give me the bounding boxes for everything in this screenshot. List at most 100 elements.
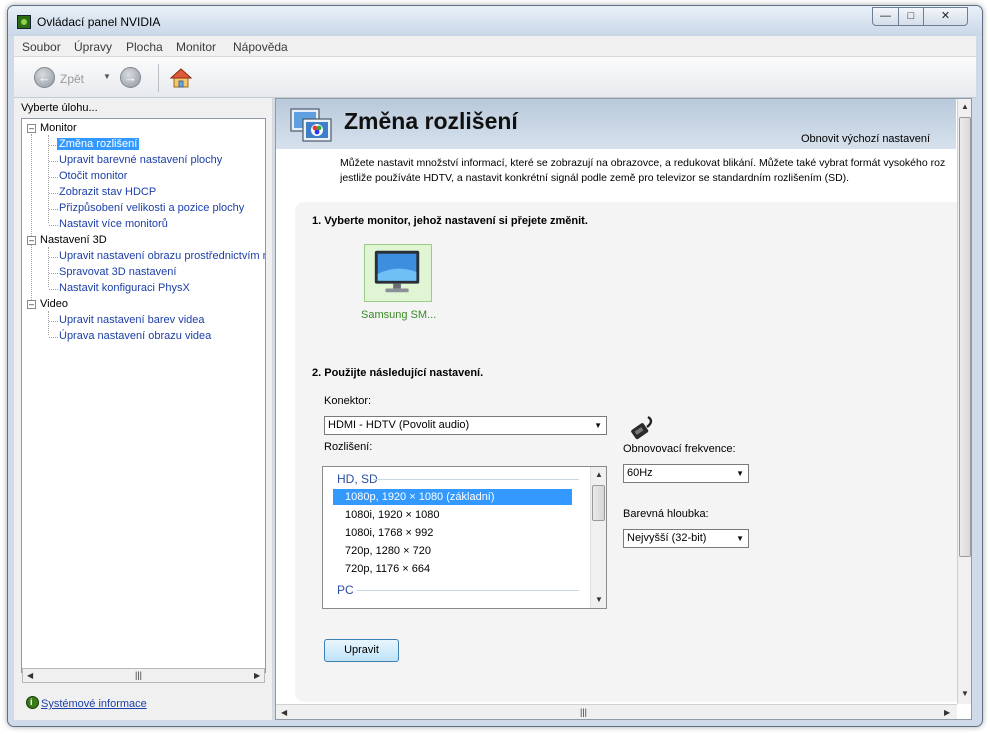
scroll-up-icon[interactable]: ▲: [961, 102, 969, 111]
tree-group-monitor[interactable]: Monitor: [40, 122, 77, 134]
toolbar: ← Zpět ▼ →: [14, 57, 976, 98]
monitor-icon: [374, 250, 420, 293]
group-divider: [373, 479, 579, 480]
resolution-list[interactable]: HD, SD 1080p, 1920 × 1080 (základní) 108…: [322, 466, 607, 609]
tree-group-video[interactable]: Video: [40, 298, 68, 310]
refresh-rate-value: 60Hz: [627, 467, 653, 479]
scroll-thumb[interactable]: [592, 485, 605, 521]
maximize-button[interactable]: □: [898, 7, 924, 26]
close-button[interactable]: ✕: [923, 7, 968, 26]
resolution-item[interactable]: 720p, 1280 × 720: [345, 545, 431, 557]
group-divider: [357, 590, 579, 591]
tree-item-stav-hdcp[interactable]: Zobrazit stav HDCP: [59, 186, 156, 198]
tree-line: [49, 273, 58, 274]
scroll-thumb[interactable]: [959, 117, 971, 557]
collapse-video-icon[interactable]: –: [27, 300, 36, 309]
restore-defaults-link[interactable]: Obnovit výchozí nastavení: [801, 133, 930, 145]
tree-item-physx[interactable]: Nastavit konfiguraci PhysX: [59, 282, 190, 294]
hdmi-connector-icon: [631, 415, 653, 440]
tree-line: [49, 289, 58, 290]
system-info-link[interactable]: Systémové informace: [41, 698, 147, 710]
color-depth-select[interactable]: Nejvyšší (32-bit) ▼: [623, 529, 749, 548]
scroll-right-icon[interactable]: ▶: [944, 708, 950, 717]
connector-select-value: HDMI - HDTV (Povolit audio): [328, 419, 470, 431]
chevron-down-icon: ▼: [736, 469, 744, 478]
step-1-heading: 1. Vyberte monitor, jehož nastavení si p…: [312, 215, 588, 227]
monitor-tile[interactable]: [364, 244, 432, 302]
tree-line: [49, 321, 58, 322]
tree-line: [31, 134, 32, 306]
minimize-button[interactable]: —: [872, 7, 899, 26]
menu-napoveda[interactable]: Nápověda: [233, 40, 288, 54]
resolution-group-hd-sd: HD, SD: [337, 472, 378, 486]
tree-line: [49, 257, 58, 258]
tree-line: [49, 337, 58, 338]
scroll-left-icon[interactable]: ◀: [281, 708, 287, 717]
display-settings-icon: [290, 108, 332, 142]
collapse-monitor-icon[interactable]: –: [27, 124, 36, 133]
page-description: Můžete nastavit množství informací, kter…: [340, 156, 960, 186]
back-button-label[interactable]: Zpět: [60, 72, 84, 86]
scroll-down-icon[interactable]: ▼: [595, 595, 603, 604]
resolution-item[interactable]: 1080i, 1768 × 992: [345, 527, 433, 539]
toolbar-separator: [158, 64, 159, 92]
chevron-down-icon: ▼: [736, 534, 744, 543]
back-arrow-icon[interactable]: ←: [34, 67, 55, 88]
scroll-grip-icon[interactable]: |||: [580, 707, 587, 717]
tree-item-otocit-monitor[interactable]: Otočit monitor: [59, 170, 127, 182]
tree-item-obraz-videa[interactable]: Úprava nastavení obrazu videa: [59, 330, 211, 342]
tree-item-vice-monitoru[interactable]: Nastavit více monitorů: [59, 218, 168, 230]
forward-arrow-icon[interactable]: →: [120, 67, 141, 88]
task-tree-horizontal-scrollbar[interactable]: ◀ ||| ▶: [22, 668, 265, 683]
connector-select[interactable]: HDMI - HDTV (Povolit audio) ▼: [324, 416, 607, 435]
color-depth-value: Nejvyšší (32-bit): [627, 532, 707, 544]
tree-line: [49, 225, 58, 226]
tree-item-velikost-pozice[interactable]: Přizpůsobení velikosti a pozice plochy: [59, 202, 244, 214]
monitor-name-label[interactable]: Samsung SM...: [361, 309, 436, 321]
app-window: Ovládací panel NVIDIA — □ ✕ Soubor Úprav…: [7, 5, 983, 727]
home-icon[interactable]: [169, 66, 193, 90]
menu-monitor[interactable]: Monitor: [176, 40, 216, 54]
scroll-up-icon[interactable]: ▲: [595, 470, 603, 479]
tree-item-barevne-nastaveni[interactable]: Upravit barevné nastavení plochy: [59, 154, 222, 166]
menu-plocha[interactable]: Plocha: [126, 40, 163, 54]
menu-bar: Soubor Úpravy Plocha Monitor Nápověda: [14, 36, 976, 57]
main-horizontal-scrollbar[interactable]: ◀ ||| ▶: [276, 704, 957, 719]
scroll-left-icon[interactable]: ◀: [27, 671, 33, 680]
resolution-list-scrollbar[interactable]: ▲ ▼: [590, 467, 606, 608]
title-bar[interactable]: Ovládací panel NVIDIA — □ ✕: [8, 6, 982, 36]
main-content: Změna rozlišení Obnovit výchozí nastaven…: [275, 98, 972, 720]
tree-group-3d[interactable]: Nastavení 3D: [40, 234, 107, 246]
menu-upravy[interactable]: Úpravy: [74, 40, 112, 54]
window-title: Ovládací panel NVIDIA: [37, 15, 161, 29]
step-2-heading: 2. Použijte následující nastavení.: [312, 367, 484, 379]
task-panel: Vyberte úlohu... – Monitor Změna rozliše…: [14, 98, 272, 720]
refresh-rate-select[interactable]: 60Hz ▼: [623, 464, 749, 483]
tree-line: [48, 247, 49, 287]
resolution-item[interactable]: 1080i, 1920 × 1080: [345, 509, 440, 521]
tree-line: [49, 209, 58, 210]
tree-line: [48, 311, 49, 335]
scroll-down-icon[interactable]: ▼: [961, 689, 969, 698]
resolution-item[interactable]: 1080p, 1920 × 1080 (základní): [333, 489, 572, 505]
tree-item-obraz-3d[interactable]: Upravit nastavení obrazu prostřednictvím…: [59, 250, 265, 262]
connector-label: Konektor:: [324, 395, 372, 407]
resolution-group-pc: PC: [337, 583, 354, 597]
color-depth-label: Barevná hloubka:: [623, 508, 709, 520]
tree-item-zmena-rozliseni[interactable]: Změna rozlišení: [57, 138, 140, 150]
scroll-right-icon[interactable]: ▶: [254, 671, 260, 680]
tree-line: [49, 177, 58, 178]
history-dropdown-icon[interactable]: ▼: [103, 72, 111, 81]
page-title: Změna rozlišení: [344, 108, 518, 134]
resolution-item[interactable]: 720p, 1176 × 664: [345, 563, 430, 575]
menu-soubor[interactable]: Soubor: [22, 40, 61, 54]
tree-item-barvy-videa[interactable]: Upravit nastavení barev videa: [59, 314, 205, 326]
tree-item-spravovat-3d[interactable]: Spravovat 3D nastavení: [59, 266, 176, 278]
apply-button[interactable]: Upravit: [324, 639, 399, 662]
main-vertical-scrollbar[interactable]: ▲ ▼: [957, 99, 971, 704]
task-panel-label: Vyberte úlohu...: [21, 102, 98, 114]
page-header: Změna rozlišení Obnovit výchozí nastaven…: [276, 99, 956, 149]
collapse-3d-icon[interactable]: –: [27, 236, 36, 245]
task-tree: – Monitor Změna rozlišení Upravit barevn…: [21, 118, 266, 673]
scroll-grip-icon[interactable]: |||: [135, 670, 142, 680]
